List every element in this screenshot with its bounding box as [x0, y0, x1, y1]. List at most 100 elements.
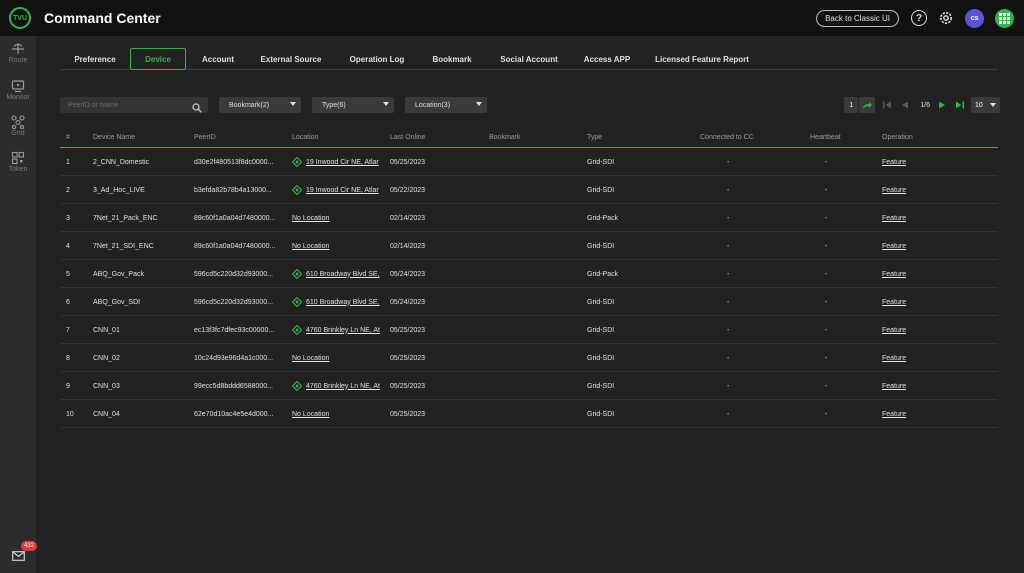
- last-online: 05/25/2023: [390, 158, 426, 166]
- connected-to-cc: -: [727, 410, 730, 418]
- feature-link[interactable]: Feature: [882, 372, 906, 400]
- feature-link[interactable]: Feature: [882, 148, 906, 176]
- peer-id: 10c24d93e96d4a1c000...: [194, 354, 274, 362]
- route-icon: [11, 42, 25, 56]
- table-row[interactable]: 3 7Net_21_Pack_ENC 89c60f1a0a04d7480000.…: [60, 204, 998, 232]
- table-row[interactable]: 4 7Net_21_SDI_ENC 89c60f1a0a04d7480000..…: [60, 232, 998, 260]
- peer-id: 596cd5c220d32d93000...: [194, 270, 274, 278]
- table-row[interactable]: 5 ABQ_Gov_Pack 596cd5c220d32d93000... 61…: [60, 260, 998, 288]
- column-header: Connected to CC: [700, 133, 754, 141]
- back-to-classic-button[interactable]: Back to Classic UI: [816, 9, 899, 27]
- gear-icon[interactable]: [938, 10, 954, 26]
- table-row[interactable]: 6 ABQ_Gov_SDI 596cd5c220d32d93000... 610…: [60, 288, 998, 316]
- search-icon[interactable]: [192, 100, 202, 113]
- first-page-icon[interactable]: [881, 99, 893, 111]
- location-cell[interactable]: 610 Broadway Blvd SE,: [292, 260, 386, 288]
- device-type: Grid-SDI: [587, 298, 615, 306]
- location-link[interactable]: No Location: [292, 215, 329, 222]
- row-number: 9: [66, 382, 70, 390]
- feature-link[interactable]: Feature: [882, 316, 906, 344]
- tab-external-source[interactable]: External Source: [256, 48, 326, 70]
- table-row[interactable]: 10 CNN_04 62e70d10ac4e5e4d000... No Loca…: [60, 400, 998, 428]
- location-link[interactable]: No Location: [292, 411, 329, 418]
- dropdown-label: Location(3): [415, 101, 451, 109]
- location-cell[interactable]: No Location: [292, 400, 386, 428]
- tab-operation-log[interactable]: Operation Log: [340, 48, 414, 70]
- row-number: 2: [66, 186, 70, 194]
- sidebar-item-label: Grid: [11, 130, 25, 137]
- feature-link[interactable]: Feature: [882, 288, 906, 316]
- location-pin-icon: [292, 381, 302, 391]
- tab-licensed-feature-report[interactable]: Licensed Feature Report: [652, 48, 752, 70]
- bookmark-filter-dropdown[interactable]: Bookmark(2): [219, 97, 301, 113]
- tab-account[interactable]: Account: [192, 48, 244, 70]
- type-filter-dropdown[interactable]: Type(6): [312, 97, 394, 113]
- location-cell[interactable]: 610 Broadway Blvd SE,: [292, 288, 386, 316]
- location-cell[interactable]: No Location: [292, 204, 386, 232]
- device-name: ABQ_Gov_SDI: [93, 298, 141, 306]
- location-cell[interactable]: 19 Inwood Cir NE, Atlar: [292, 176, 386, 204]
- tab-device[interactable]: Device: [130, 48, 186, 70]
- row-number: 3: [66, 214, 70, 222]
- device-type: Grid-Pack: [587, 270, 619, 278]
- tab-preference[interactable]: Preference: [64, 48, 126, 70]
- location-link[interactable]: 610 Broadway Blvd SE,: [306, 299, 380, 306]
- location-link[interactable]: 19 Inwood Cir NE, Atlar: [306, 187, 379, 194]
- feature-link[interactable]: Feature: [882, 344, 906, 372]
- location-link[interactable]: 610 Broadway Blvd SE,: [306, 271, 380, 278]
- go-to-page-icon[interactable]: [859, 97, 876, 113]
- apps-grid-icon[interactable]: [995, 8, 1014, 28]
- table-row[interactable]: 7 CNN_01 ec13f3fc7dfec93c00000... 4760 B…: [60, 316, 998, 344]
- table-row[interactable]: 2 3_Ad_Hoc_LIVE b3efda82b78b4a13000... 1…: [60, 176, 998, 204]
- location-link[interactable]: No Location: [292, 355, 329, 362]
- sidebar-item-grid[interactable]: Grid: [0, 115, 36, 137]
- sidebar-item-token[interactable]: Token: [0, 151, 36, 173]
- user-avatar[interactable]: cs: [965, 8, 984, 28]
- location-filter-dropdown[interactable]: Location(3): [405, 97, 487, 113]
- app-title: Command Center: [44, 10, 161, 26]
- location-cell[interactable]: 4760 Brinkley Ln NE, At: [292, 372, 386, 400]
- location-pin-icon: [292, 157, 302, 167]
- feature-link[interactable]: Feature: [882, 260, 906, 288]
- feature-link[interactable]: Feature: [882, 232, 906, 260]
- sidebar-item-route[interactable]: Route: [0, 42, 36, 64]
- mail-icon[interactable]: [12, 548, 25, 561]
- tab-bookmark[interactable]: Bookmark: [426, 48, 478, 70]
- prev-page-icon[interactable]: [899, 99, 911, 111]
- location-cell[interactable]: No Location: [292, 232, 386, 260]
- last-page-icon[interactable]: [954, 99, 966, 111]
- tvu-logo[interactable]: TVU: [9, 7, 31, 29]
- peer-id: ec13f3fc7dfec93c00000...: [194, 326, 275, 334]
- page-info: 1/6: [920, 101, 930, 109]
- location-pin-icon: [292, 297, 302, 307]
- location-link[interactable]: 19 Inwood Cir NE, Atlar: [306, 159, 379, 166]
- feature-link[interactable]: Feature: [882, 204, 906, 232]
- location-link[interactable]: No Location: [292, 243, 329, 250]
- sidebar-item-monitor[interactable]: Monitor: [0, 79, 36, 101]
- location-cell[interactable]: No Location: [292, 344, 386, 372]
- peer-id: d30e2f480513f8dc0000...: [194, 158, 274, 166]
- table-row[interactable]: 8 CNN_02 10c24d93e96d4a1c000... No Locat…: [60, 344, 998, 372]
- last-online: 05/22/2023: [390, 186, 426, 194]
- table-row[interactable]: 1 2_CNN_Domestic d30e2f480513f8dc0000...…: [60, 148, 998, 176]
- location-pin-icon: [292, 269, 302, 279]
- location-link[interactable]: 4760 Brinkley Ln NE, At: [306, 383, 380, 390]
- tab-social-account[interactable]: Social Account: [492, 48, 566, 70]
- page-number-input[interactable]: 1: [844, 97, 859, 113]
- location-link[interactable]: 4760 Brinkley Ln NE, At: [306, 327, 380, 334]
- page-size-select[interactable]: 10: [971, 97, 1000, 113]
- feature-link[interactable]: Feature: [882, 176, 906, 204]
- connected-to-cc: -: [727, 298, 730, 306]
- location-cell[interactable]: 4760 Brinkley Ln NE, At: [292, 316, 386, 344]
- chevron-down-icon: [476, 102, 482, 106]
- chevron-down-icon: [990, 103, 996, 107]
- device-type: Grid-SDI: [587, 410, 615, 418]
- help-icon[interactable]: ?: [911, 10, 927, 26]
- tab-access-app[interactable]: Access APP: [578, 48, 636, 70]
- table-row[interactable]: 9 CNN_03 99ecc5d8bddd6588000... 4760 Bri…: [60, 372, 998, 400]
- location-cell[interactable]: 19 Inwood Cir NE, Atlar: [292, 148, 386, 176]
- feature-link[interactable]: Feature: [882, 400, 906, 428]
- device-name: CNN_04: [93, 410, 120, 418]
- search-input[interactable]: [60, 97, 208, 113]
- next-page-icon[interactable]: [936, 99, 948, 111]
